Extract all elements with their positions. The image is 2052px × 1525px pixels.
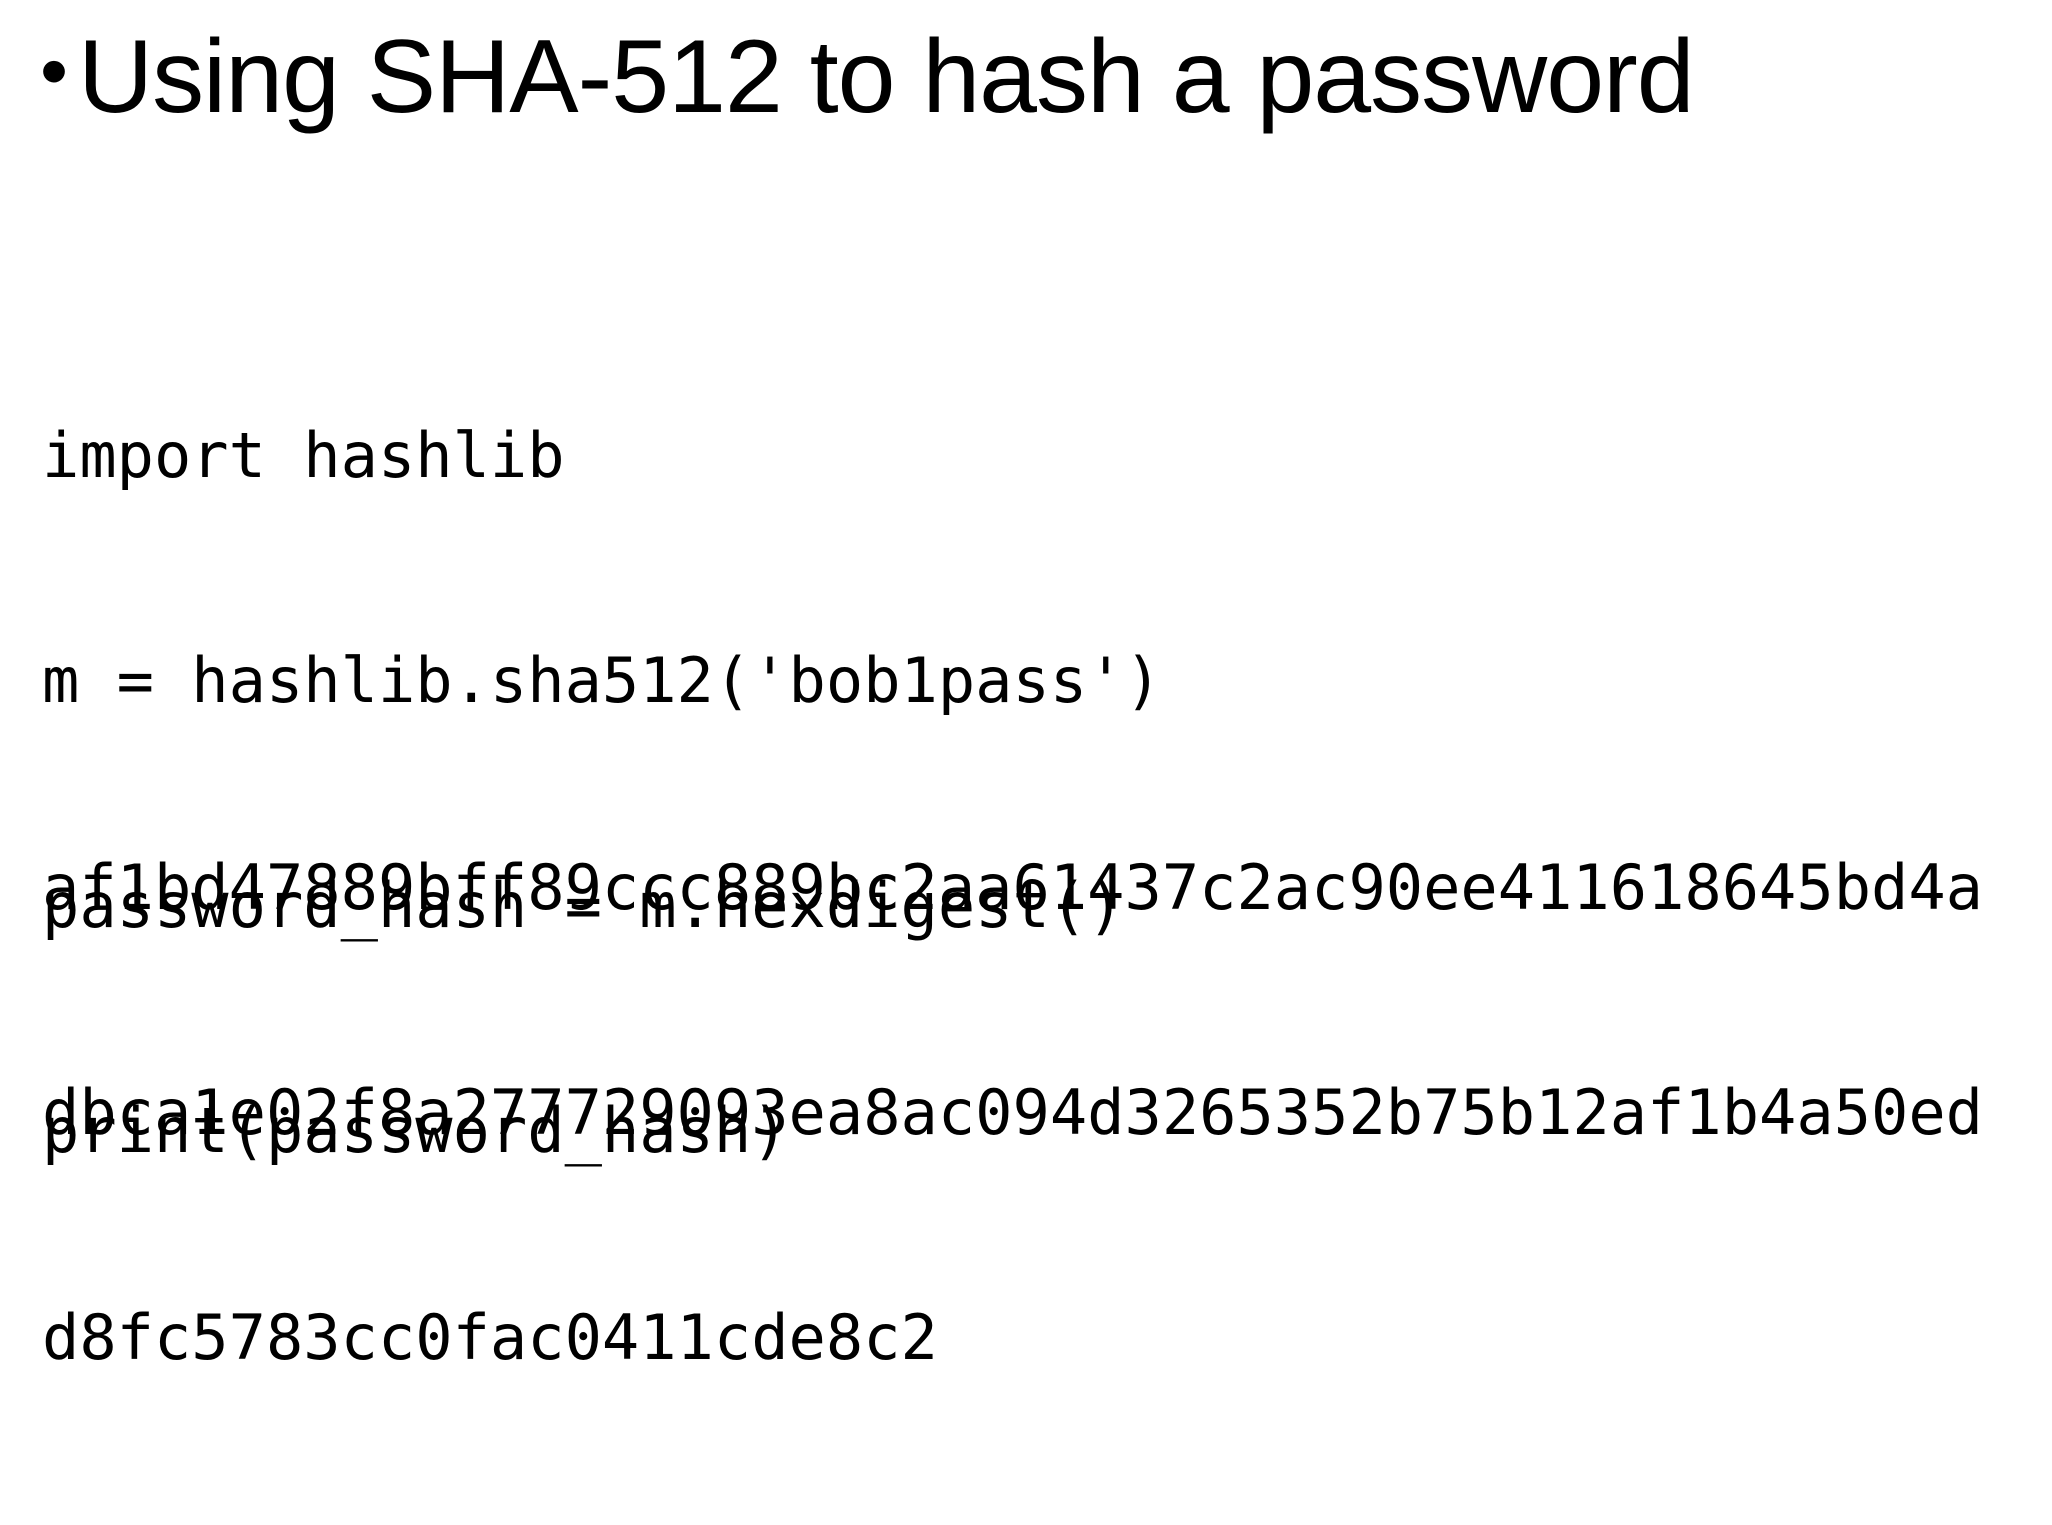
bullet-icon: • — [40, 26, 69, 116]
slide-heading: Using SHA-512 to hash a password — [78, 19, 1695, 135]
hash-output: af1bd47889bff89ccc889bc2aa61437c2ac90ee4… — [42, 700, 1983, 1525]
output-line: af1bd47889bff89ccc889bc2aa61437c2ac90ee4… — [42, 851, 1984, 924]
bullet-item: • Using SHA-512 to hash a password — [40, 19, 1695, 135]
slide: • Using SHA-512 to hash a password impor… — [0, 0, 2052, 1374]
output-line: dbca1e02f8a277729093ea8ac094d3265352b75b… — [42, 1076, 1984, 1149]
output-line: d8fc5783cc0fac0411cde8c2 — [42, 1301, 938, 1374]
code-line: import hashlib — [42, 419, 565, 492]
